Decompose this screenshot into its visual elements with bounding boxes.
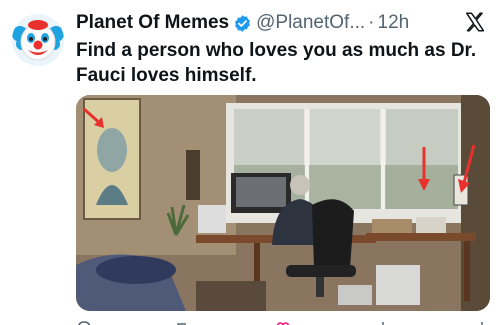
display-name[interactable]: Planet Of Memes bbox=[76, 12, 229, 34]
tweet-media-image[interactable] bbox=[76, 95, 490, 311]
reply-icon[interactable] bbox=[76, 318, 92, 325]
clown-face-icon bbox=[12, 14, 64, 66]
verified-badge-icon bbox=[233, 14, 252, 33]
tweet-text: Find a person who loves you as much as D… bbox=[76, 40, 477, 86]
repost-icon[interactable] bbox=[176, 318, 192, 325]
timestamp[interactable]: 12h bbox=[378, 12, 410, 34]
avatar[interactable] bbox=[12, 14, 64, 66]
separator-dot: · bbox=[368, 12, 375, 33]
like-icon[interactable] bbox=[275, 318, 291, 325]
views-icon[interactable] bbox=[375, 318, 391, 325]
handle[interactable]: @PlanetOf... bbox=[256, 12, 365, 34]
share-icon[interactable] bbox=[474, 318, 490, 325]
tweet-header: Planet Of Memes @PlanetOf... · 12h bbox=[76, 10, 460, 36]
x-logo-icon[interactable] bbox=[464, 11, 486, 33]
tweet-actions bbox=[76, 318, 490, 325]
